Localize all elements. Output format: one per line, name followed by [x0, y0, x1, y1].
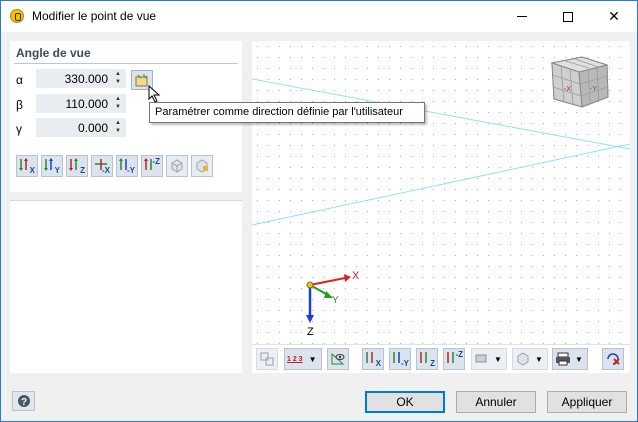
section-title: Angle de vue	[16, 46, 91, 60]
view-minus-x-label: -X	[102, 166, 110, 175]
3d-viewport[interactable]: -Y -X X Y Z	[252, 41, 630, 344]
layout-toggle-button[interactable]	[256, 348, 278, 370]
toolbar-view-z-button[interactable]: Z	[416, 348, 438, 370]
numbering-dropdown[interactable]: 1 2 3 ▼	[284, 348, 322, 370]
axis-triad: X Y Z	[306, 270, 360, 338]
reset-view-button[interactable]	[602, 348, 624, 370]
view-y-button[interactable]: Y	[41, 155, 63, 177]
view-z-button[interactable]: Z	[66, 155, 88, 177]
beta-label: β	[16, 98, 23, 112]
view-minus-y-label: -Y	[127, 166, 135, 175]
layout-icon	[260, 352, 274, 366]
window-title: Modifier le point de vue	[32, 9, 157, 23]
alpha-stepper[interactable]: ▲ ▼	[111, 70, 125, 87]
apply-button[interactable]: Appliquer	[547, 391, 627, 413]
toolbar-view-minus-y-label: -Y	[401, 359, 409, 368]
view-minus-z-button[interactable]: -Z	[141, 155, 163, 177]
render-mode-dropdown[interactable]: ▼	[471, 348, 507, 370]
view-x-label: X	[29, 166, 35, 175]
x-axis-arrow	[344, 274, 351, 282]
toolbar-view-x-label: X	[375, 359, 381, 368]
toolbar-view-z-label: Z	[430, 359, 435, 368]
close-icon: ✕	[608, 8, 620, 24]
x-axis-label: X	[352, 270, 360, 282]
x-axis-line	[309, 277, 346, 286]
navigation-cube[interactable]: -Y -X	[550, 56, 609, 108]
alpha-label: α	[16, 73, 23, 87]
cancel-button[interactable]: Annuler	[456, 391, 536, 413]
origin-point	[306, 281, 314, 289]
viewport-toolbar: 1 2 3 ▼ X -Y Z -Z ▼ ▼ ▼	[252, 344, 630, 373]
app-icon	[10, 9, 24, 23]
view-z-label: Z	[80, 166, 85, 175]
title-bar: Modifier le point de vue ✕	[1, 1, 637, 32]
view-x-button[interactable]: X	[16, 155, 38, 177]
isometric-view-button[interactable]	[166, 155, 188, 177]
cube-icon	[517, 352, 529, 366]
minimize-button[interactable]	[499, 1, 545, 32]
toolbar-view-x-button[interactable]: X	[362, 348, 384, 370]
gamma-stepper[interactable]: ▲ ▼	[111, 119, 125, 136]
gamma-spinbox[interactable]: ▲▼	[36, 118, 126, 137]
alpha-input[interactable]	[37, 70, 110, 87]
eye-triangle-icon	[331, 352, 345, 365]
chevron-down-icon: ▼	[575, 354, 583, 364]
section-divider	[14, 63, 238, 64]
numbering-icon: 1 2 3	[287, 355, 303, 363]
z-axis-label: Z	[307, 326, 314, 338]
beta-spinbox[interactable]: ▲▼	[36, 94, 126, 113]
alpha-spinbox[interactable]: ▲▼	[36, 69, 126, 88]
z-axis-arrow	[306, 315, 314, 323]
gamma-input[interactable]	[37, 119, 110, 136]
y-axis-label: Y	[332, 295, 339, 306]
viewport-graphics: -Y -X X Y Z	[252, 56, 630, 338]
toolbar-view-minus-z-label: -Z	[455, 350, 463, 359]
chevron-down-icon: ▼	[535, 354, 543, 364]
view-minus-z-label: -Z	[152, 157, 160, 166]
preview-list-panel	[10, 200, 242, 373]
help-button[interactable]: ?	[12, 391, 35, 411]
display-properties-button[interactable]	[327, 348, 349, 370]
view-y-label: Y	[54, 166, 60, 175]
gamma-label: γ	[16, 122, 22, 136]
ok-button[interactable]: OK	[365, 391, 445, 413]
toolbar-view-minus-y-button[interactable]: -Y	[389, 348, 411, 370]
beta-input[interactable]	[37, 95, 110, 112]
chevron-down-icon: ▼	[308, 354, 317, 364]
beta-stepper[interactable]: ▲ ▼	[111, 95, 125, 112]
maximize-icon	[563, 11, 573, 22]
chevron-down-icon: ▼	[494, 354, 502, 364]
print-dropdown[interactable]: ▼	[552, 348, 588, 370]
help-icon: ?	[17, 395, 30, 408]
minimize-icon	[517, 16, 527, 17]
reset-icon	[607, 353, 620, 365]
cube-face-label: -X	[564, 86, 571, 93]
mouse-cursor-icon	[148, 85, 161, 103]
render-mode-icon	[475, 354, 487, 363]
tooltip: Paramétrer comme direction définie par l…	[149, 102, 425, 123]
close-button[interactable]: ✕	[591, 1, 637, 32]
printer-icon	[556, 352, 570, 366]
grid-axis-line	[252, 143, 630, 226]
svg-text:?: ?	[21, 397, 27, 408]
user-view-button[interactable]	[191, 155, 213, 177]
view-cube-dropdown[interactable]: ▼	[512, 348, 548, 370]
toolbar-view-minus-z-button[interactable]: -Z	[443, 348, 465, 370]
cube-icon	[171, 159, 183, 173]
dialog-window: Modifier le point de vue ✕ Angle de vue …	[0, 0, 638, 422]
view-minus-y-button[interactable]: -Y	[116, 155, 138, 177]
maximize-button[interactable]	[545, 1, 591, 32]
view-minus-x-button[interactable]: -X	[91, 155, 113, 177]
cube-user-icon	[196, 159, 208, 173]
cube-face-label: -Y	[590, 86, 597, 93]
view-direction-toolbar: X Y Z -X -Y -Z	[16, 155, 213, 177]
